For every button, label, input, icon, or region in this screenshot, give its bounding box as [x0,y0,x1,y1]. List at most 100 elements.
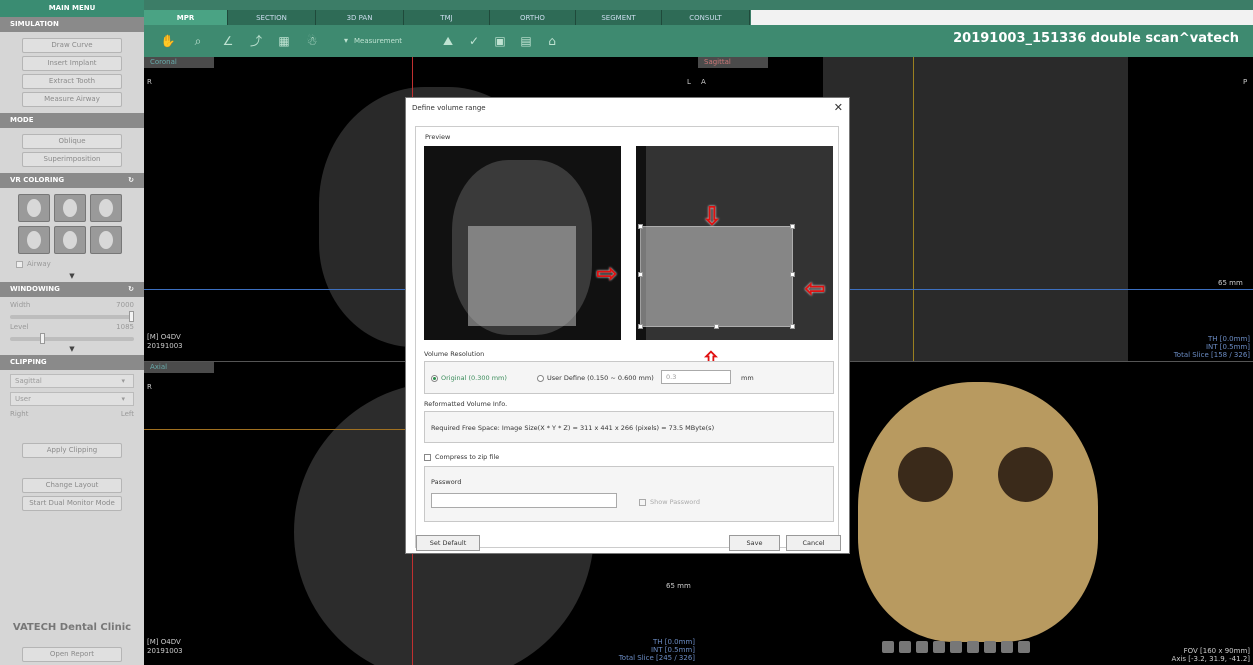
save-button[interactable]: Save [729,535,780,551]
mode-header: MODE [0,113,144,128]
folder-icon[interactable]: ⌂ [544,33,560,49]
preview-sagittal[interactable] [636,146,833,340]
measure-airway-button[interactable]: Measure Airway [22,92,122,107]
resize-handle[interactable] [638,324,643,329]
sagittal-th: TH [0.0mm] [1208,335,1250,343]
image-icon[interactable]: ▣ [492,33,508,49]
open-report-button[interactable]: Open Report [22,647,122,662]
show-password-label: Show Password [650,498,700,506]
dropdown-arrow-icon[interactable]: ▾ [338,33,354,49]
vr-preset-6[interactable] [90,226,122,254]
coronal-label: Coronal [144,57,214,68]
view-button-1[interactable] [882,641,894,653]
person-icon[interactable]: ☃ [304,33,320,49]
vr-preset-3[interactable] [90,194,122,222]
resize-handle[interactable] [638,272,643,277]
sagittal-scan-image [823,57,1128,361]
expand-icon[interactable]: ▼ [0,272,144,282]
original-label: Original (0.300 mm) [441,374,507,382]
resize-handle[interactable] [790,324,795,329]
required-space-text: Required Free Space: Image Size(X * Y * … [431,424,715,432]
measurement-dropdown[interactable]: Measurement [354,37,402,45]
password-group: Password Show Password [424,466,834,522]
preview-coronal [424,146,621,340]
resize-handle[interactable] [790,224,795,229]
dialog-title: Define volume range [412,104,486,112]
checkbox-icon [639,498,646,506]
vr-preset-1[interactable] [18,194,50,222]
view-button-7[interactable] [984,641,996,653]
compress-label: Compress to zip file [435,453,500,461]
apply-clipping-button[interactable]: Apply Clipping [22,443,122,458]
check-mark-icon[interactable]: ✓ [466,33,482,49]
cancel-button[interactable]: Cancel [786,535,841,551]
refresh-icon[interactable]: ↻ [128,282,134,297]
pan-hand-icon[interactable]: ✋ [160,33,176,49]
original-radio[interactable]: Original (0.300 mm) [431,374,507,382]
dual-monitor-button[interactable]: Start Dual Monitor Mode [22,496,122,511]
superimposition-button[interactable]: Superimposition [22,152,122,167]
oblique-button[interactable]: Oblique [22,134,122,149]
extract-tooth-button[interactable]: Extract Tooth [22,74,122,89]
checkbox-icon [424,453,431,461]
tab-tmj[interactable]: TMJ [404,10,490,26]
width-slider[interactable] [10,311,134,322]
angle-icon[interactable]: ∠ [220,33,236,49]
sagittal-volume-box[interactable] [640,226,793,327]
view-button-6[interactable] [967,641,979,653]
view-button-9[interactable] [1018,641,1030,653]
mountain-icon[interactable]: ⛰ [440,33,456,49]
axial-distance: 65 mm [666,582,691,590]
coronal-volume-box [468,226,576,326]
sagittal-crosshair-vertical [913,57,914,361]
tab-ortho[interactable]: ORTHO [490,10,576,26]
arrow-down-icon: ⇩ [701,202,723,232]
clipping-mode-select[interactable]: User [10,392,134,406]
tab-bar-spacer [751,10,1253,25]
vr-preset-2[interactable] [54,194,86,222]
show-password-checkbox[interactable]: Show Password [639,498,700,506]
resize-handle[interactable] [714,324,719,329]
view-button-8[interactable] [1001,641,1013,653]
tab-3d-pan[interactable]: 3D PAN [316,10,404,26]
vr-preset-5[interactable] [54,226,86,254]
insert-implant-button[interactable]: Insert Implant [22,56,122,71]
curve-icon[interactable]: ⤴ [248,33,264,49]
vr-preset-grid [0,188,144,256]
tab-consult[interactable]: CONSULT [662,10,750,26]
draw-curve-button[interactable]: Draw Curve [22,38,122,53]
arrow-right-icon: ⇨ [596,259,618,289]
change-layout-button[interactable]: Change Layout [22,478,122,493]
clipping-plane-select[interactable]: Sagittal [10,374,134,388]
view-button-4[interactable] [933,641,945,653]
user-define-input[interactable]: 0.3 [661,370,731,384]
refresh-icon[interactable]: ↻ [128,173,134,188]
width-slider-thumb[interactable] [129,311,134,322]
close-icon[interactable]: ✕ [834,101,843,114]
view-button-2[interactable] [899,641,911,653]
expand-icon[interactable]: ▼ [0,345,144,355]
export-icon[interactable]: ▤ [518,33,534,49]
simulation-header: SIMULATION [0,17,144,32]
resize-handle[interactable] [790,272,795,277]
password-input[interactable] [431,493,617,508]
radio-on-icon [431,374,438,382]
zoom-icon[interactable]: ⌕ [190,33,206,49]
airway-checkbox[interactable]: Airway [0,256,144,272]
user-define-label: User Define (0.150 ~ 0.600 mm) [547,374,654,382]
vr-fov: FOV [160 x 90mm] [1183,647,1250,655]
level-slider-thumb[interactable] [40,333,45,344]
volume-resolution-label: Volume Resolution [424,350,485,358]
set-default-button[interactable]: Set Default [416,535,480,551]
tab-segment[interactable]: SEGMENT [576,10,662,26]
vr-preset-4[interactable] [18,226,50,254]
tab-mpr[interactable]: MPR [144,10,228,26]
calendar-icon[interactable]: ▦ [276,33,292,49]
user-define-radio[interactable]: User Define (0.150 ~ 0.600 mm) [537,374,654,382]
tab-section[interactable]: SECTION [228,10,316,26]
view-button-5[interactable] [950,641,962,653]
compress-checkbox[interactable]: Compress to zip file [424,453,499,461]
resize-handle[interactable] [638,224,643,229]
view-button-3[interactable] [916,641,928,653]
level-slider[interactable] [10,333,134,344]
